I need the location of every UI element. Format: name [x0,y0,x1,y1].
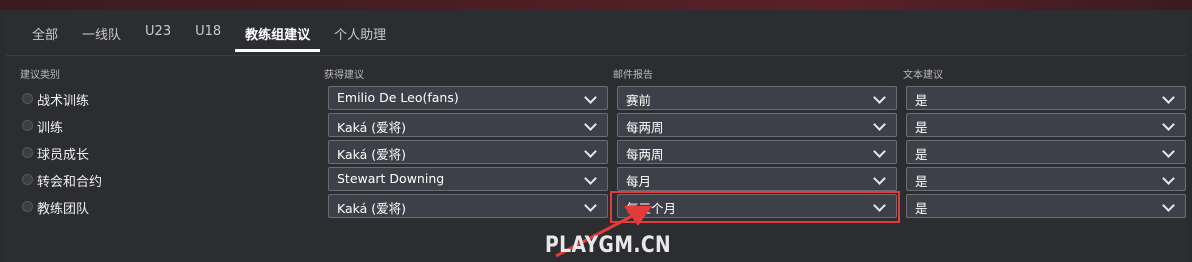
row-label: 球员成长 [37,148,90,163]
row-label: 转会和合约 [37,175,103,190]
dropdown-value: 每两周 [626,120,664,135]
row-radio[interactable] [22,120,33,131]
column-header-advice-source: 获得建议 [324,70,364,81]
dropdown-value: 赛前 [626,93,652,108]
advice-row: 战术训练 Emilio De Leo(fans) 赛前 是 [0,86,1192,112]
watermark: PLAYGM.CN [545,233,672,258]
dropdown-value: Emilio De Leo(fans) [337,90,459,105]
tab-bar: 全部 一线队 U23 U18 教练组建议 个人助理 [20,14,398,54]
text-advice-dropdown[interactable]: 是 [906,140,1186,164]
dropdown-value: 是 [915,120,928,135]
tab-coaching-advice[interactable]: 教练组建议 [233,14,322,52]
row-label: 教练团队 [37,202,90,217]
advice-row: 训练 Kaká (爱将) 每两周 是 [0,113,1192,139]
dropdown-value: Stewart Downing [337,171,445,186]
advice-source-dropdown[interactable]: Kaká (爱将) [328,113,608,137]
row-radio[interactable] [22,174,33,185]
email-report-dropdown[interactable]: 每两周 [617,113,897,137]
text-advice-dropdown[interactable]: 是 [906,167,1186,191]
dropdown-value: 是 [915,93,928,108]
tab-divider [6,55,1186,56]
tab-all[interactable]: 全部 [20,14,70,44]
text-advice-dropdown[interactable]: 是 [906,86,1186,110]
email-report-dropdown[interactable]: 赛前 [617,86,897,110]
advice-source-dropdown[interactable]: Stewart Downing [328,167,608,191]
row-radio[interactable] [22,201,33,212]
dropdown-value: 每月 [626,174,652,189]
email-report-dropdown[interactable]: 每月 [617,167,897,191]
tab-first-team[interactable]: 一线队 [70,14,133,44]
row-label: 战术训练 [37,94,90,109]
tab-personal-assistant[interactable]: 个人助理 [322,14,398,44]
advice-source-dropdown[interactable]: Kaká (爱将) [328,140,608,164]
column-header-email-report: 邮件报告 [613,70,653,81]
text-advice-dropdown[interactable]: 是 [906,113,1186,137]
tab-u18[interactable]: U18 [183,14,233,44]
email-report-dropdown[interactable]: 每两周 [617,140,897,164]
highlight-box [610,191,900,223]
row-radio[interactable] [22,93,33,104]
dropdown-value: 每两周 [626,147,664,162]
text-advice-dropdown[interactable]: 是 [906,194,1186,218]
advice-row: 球员成长 Kaká (爱将) 每两周 是 [0,140,1192,166]
advice-source-dropdown[interactable]: Emilio De Leo(fans) [328,86,608,110]
advice-row: 转会和合约 Stewart Downing 每月 是 [0,167,1192,193]
dropdown-value: 是 [915,174,928,189]
top-accent-bar [0,0,1192,10]
dropdown-value: 是 [915,201,928,216]
advice-source-dropdown[interactable]: Kaká (爱将) [328,194,608,218]
column-header-category: 建议类别 [20,70,60,81]
row-radio[interactable] [22,147,33,158]
column-header-text-advice: 文本建议 [903,70,943,81]
dropdown-value: Kaká (爱将) [337,147,407,162]
row-label: 训练 [37,121,64,136]
dropdown-value: 是 [915,147,928,162]
tab-u23[interactable]: U23 [133,14,183,44]
advice-row: 教练团队 Kaká (爱将) 每三个月 是 [0,194,1192,220]
dropdown-value: Kaká (爱将) [337,120,407,135]
dropdown-value: Kaká (爱将) [337,201,407,216]
